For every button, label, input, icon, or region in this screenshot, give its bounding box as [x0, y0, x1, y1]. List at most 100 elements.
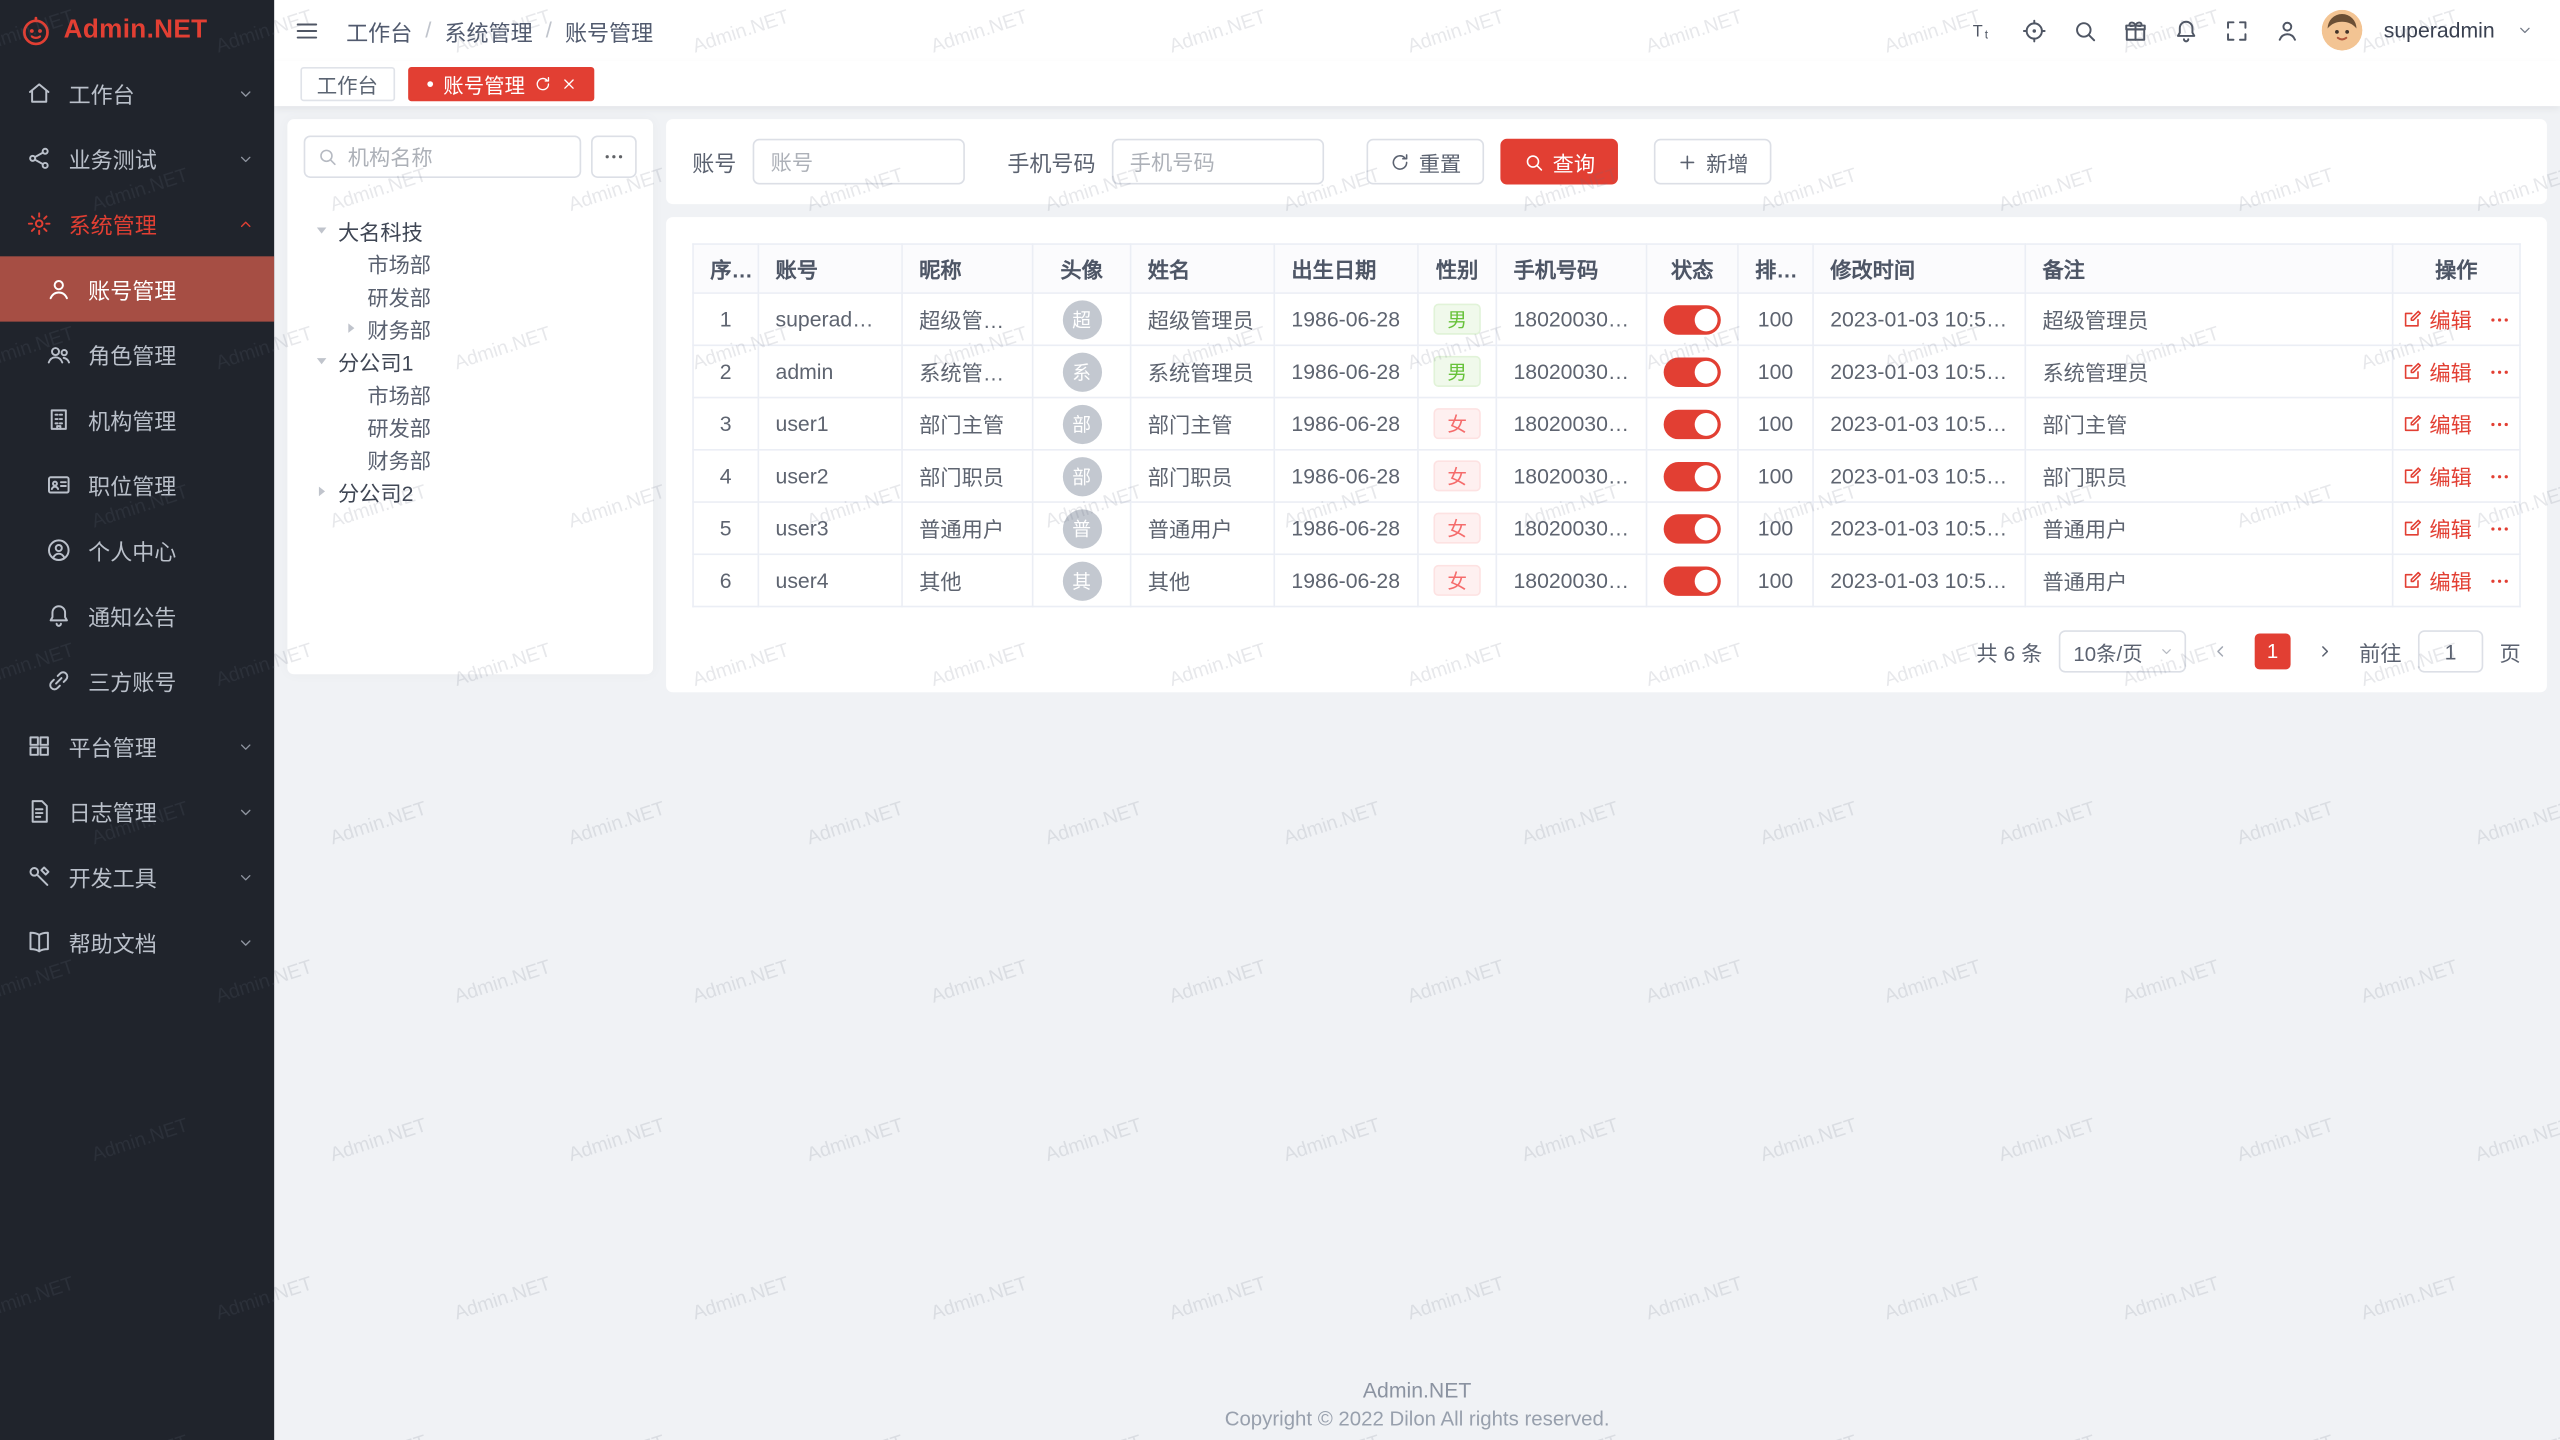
sidebar-item[interactable]: 日志管理	[0, 779, 274, 844]
tab-item[interactable]: 工作台	[300, 66, 394, 100]
reset-button[interactable]: 重置	[1367, 139, 1485, 185]
column-header: 备注	[2025, 244, 2392, 293]
org-search-input[interactable]	[304, 136, 582, 178]
row-more-button[interactable]	[2488, 412, 2511, 435]
column-header: 修改时间	[1813, 244, 2025, 293]
sidebar-item[interactable]: 业务测试	[0, 126, 274, 191]
table-cell: 1986-06-28	[1274, 293, 1418, 345]
sidebar-item[interactable]: 帮助文档	[0, 909, 274, 974]
next-page-button[interactable]	[2307, 633, 2343, 669]
avatar[interactable]	[2322, 10, 2363, 51]
account-input[interactable]	[753, 139, 965, 185]
person-icon[interactable]	[2274, 17, 2300, 43]
team-icon	[46, 341, 72, 367]
search-button[interactable]: 查询	[1500, 139, 1618, 185]
breadcrumb-item[interactable]: 工作台	[346, 14, 412, 47]
tree-node[interactable]: 财务部	[304, 312, 637, 345]
sidebar-subitem[interactable]: 账号管理	[0, 256, 274, 321]
tree-node[interactable]: 财务部	[304, 442, 637, 475]
row-more-button[interactable]	[2488, 517, 2511, 540]
table-row: 4user2部门职员部部门职员1986-06-28女18020030720100…	[693, 450, 2520, 502]
account-filter: 账号	[692, 139, 965, 185]
tree-node[interactable]: 大名科技	[304, 214, 637, 247]
sidebar-item-label: 工作台	[69, 77, 135, 110]
username[interactable]: superadmin	[2384, 18, 2495, 42]
font-size-icon[interactable]: Tt	[1971, 17, 1997, 43]
current-page[interactable]: 1	[2255, 633, 2291, 669]
locate-icon[interactable]	[2021, 17, 2047, 43]
tab-refresh-icon[interactable]	[533, 74, 551, 92]
goto-page-input[interactable]	[2418, 630, 2483, 672]
sidebar-item[interactable]: 开发工具	[0, 844, 274, 909]
status-toggle[interactable]	[1664, 304, 1721, 333]
edit-button[interactable]: 编辑	[2402, 513, 2472, 544]
status-toggle[interactable]	[1664, 461, 1721, 490]
edit-button[interactable]: 编辑	[2402, 304, 2472, 335]
edit-button[interactable]: 编辑	[2402, 408, 2472, 439]
search-icon[interactable]	[2072, 17, 2098, 43]
tab-close-icon[interactable]	[559, 74, 577, 92]
row-more-button[interactable]	[2488, 360, 2511, 383]
tree-node[interactable]: 市场部	[304, 247, 637, 280]
status-toggle[interactable]	[1664, 513, 1721, 542]
status-toggle[interactable]	[1664, 566, 1721, 595]
sidebar-item-label: 开发工具	[69, 860, 157, 893]
sidebar-item[interactable]: 平台管理	[0, 713, 274, 778]
row-more-button[interactable]	[2488, 569, 2511, 592]
add-button[interactable]: 新增	[1654, 139, 1772, 185]
column-header: 姓名	[1131, 244, 1275, 293]
breadcrumb-item[interactable]: 账号管理	[565, 14, 653, 47]
tree-node-label: 财务部	[367, 313, 431, 344]
row-more-button[interactable]	[2488, 308, 2511, 331]
sidebar-item[interactable]: 系统管理	[0, 191, 274, 256]
edit-button[interactable]: 编辑	[2402, 565, 2472, 596]
sidebar-subitem[interactable]: 通知公告	[0, 583, 274, 648]
page-size-select[interactable]: 10条/页	[2059, 630, 2186, 672]
table-row: 5user3普通用户普普通用户1986-06-28女18020030720100…	[693, 502, 2520, 554]
tree-node[interactable]: 分公司1	[304, 344, 637, 377]
bell-icon[interactable]	[2173, 17, 2199, 43]
gift-icon[interactable]	[2123, 17, 2149, 43]
tree-node[interactable]: 研发部	[304, 279, 637, 312]
row-avatar: 其	[1062, 561, 1101, 600]
chevron-down-icon	[237, 868, 255, 886]
row-actions: 编辑	[2400, 304, 2513, 335]
table-row: 2admin系统管理员系系统管理员1986-06-28男180200307201…	[693, 345, 2520, 397]
grid-icon	[26, 733, 52, 759]
chevron-down-icon[interactable]	[2516, 21, 2534, 39]
edit-button[interactable]: 编辑	[2402, 460, 2472, 491]
phone-input[interactable]	[1112, 139, 1324, 185]
footer-copyright: Copyright © 2022 Dilon All rights reserv…	[274, 1407, 2560, 1430]
edit-button[interactable]: 编辑	[2402, 356, 2472, 387]
tab-item[interactable]: 账号管理	[407, 66, 593, 100]
table-cell: 2023-01-03 10:59:44	[1813, 554, 2025, 606]
breadcrumb-separator: /	[546, 18, 552, 42]
table-cell: 系	[1033, 345, 1131, 397]
sidebar-subitem[interactable]: 机构管理	[0, 387, 274, 452]
sidebar-subitem[interactable]: 角色管理	[0, 322, 274, 387]
tree-node[interactable]: 分公司2	[304, 475, 637, 508]
breadcrumb-item[interactable]: 系统管理	[445, 14, 533, 47]
status-toggle[interactable]	[1664, 409, 1721, 438]
table-cell: 部门主管	[1131, 398, 1275, 450]
tree-more-button[interactable]	[591, 136, 637, 178]
row-more-button[interactable]	[2488, 464, 2511, 487]
hamburger-icon[interactable]	[294, 17, 320, 43]
prev-page-button[interactable]	[2202, 633, 2238, 669]
fullscreen-icon[interactable]	[2224, 17, 2250, 43]
home-icon	[26, 80, 52, 106]
sidebar-subitem[interactable]: 三方账号	[0, 648, 274, 713]
logo[interactable]: Admin.NET	[0, 0, 274, 60]
chevron-down-icon	[237, 737, 255, 755]
gender-tag: 女	[1434, 513, 1480, 544]
status-toggle[interactable]	[1664, 357, 1721, 386]
sidebar-subitem[interactable]: 职位管理	[0, 452, 274, 517]
sidebar-item[interactable]: 工作台	[0, 60, 274, 125]
tree-node[interactable]: 市场部	[304, 377, 637, 410]
caret-down-icon	[313, 222, 337, 238]
table-cell: 编辑	[2393, 398, 2520, 450]
sidebar-subitem[interactable]: 个人中心	[0, 518, 274, 583]
plus-icon	[1677, 151, 1698, 172]
table-cell: 女	[1418, 450, 1496, 502]
tree-node[interactable]: 研发部	[304, 410, 637, 443]
